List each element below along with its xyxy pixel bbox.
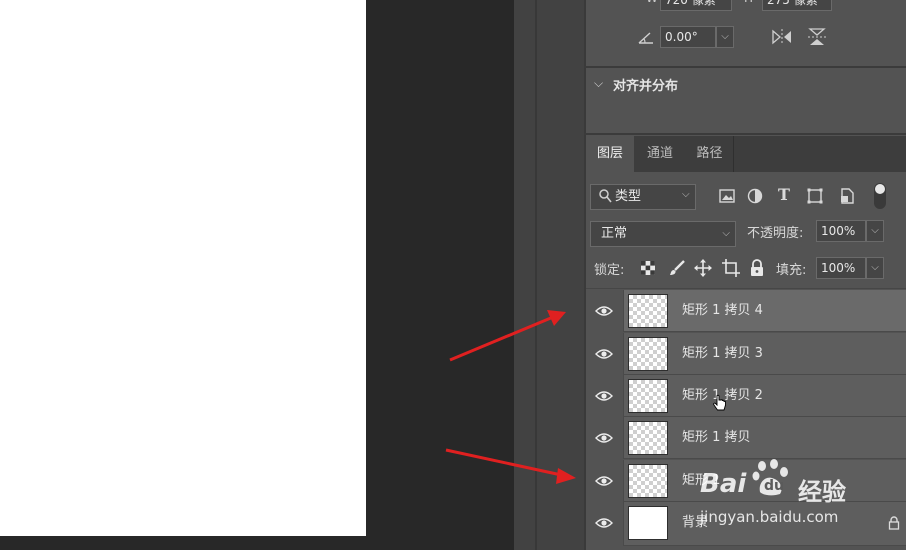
adjustment-filter-icon[interactable] [746,187,766,207]
layer-name[interactable]: 矩形 1 拷贝 3 [682,333,763,375]
layer-row[interactable]: 矩形 1 拷贝 3 [586,333,906,375]
height-label-icon: H [744,0,753,5]
layer-thumbnail [628,379,668,413]
lock-artboard-crop-icon[interactable] [721,258,741,278]
layer-thumbnail [628,506,668,540]
tab-layers[interactable]: 图层 [586,136,634,172]
align-section-title[interactable]: 对齐并分布 [613,75,678,94]
layers-tab-bar: 图层 通道 路径 [586,136,906,172]
angle-field[interactable]: 0.00° [660,26,716,48]
hand-cursor-icon [712,394,728,418]
eye-icon[interactable] [595,473,613,489]
lock-label: 锁定: [594,263,625,278]
watermark-du: du [764,478,784,494]
baidu-jingyan-watermark: Bai du 经验 jingyan.baidu.com [680,452,906,532]
angle-dropdown[interactable]: ⌵ [716,26,734,48]
angle-icon [636,28,656,48]
document-canvas[interactable] [0,0,366,536]
layer-thumbnail [628,464,668,498]
layer-thumbnail [628,294,668,328]
eye-icon[interactable] [595,346,613,362]
chevron-down-icon: ⌵ [682,189,690,200]
section-divider [584,66,906,68]
flip-horizontal-icon[interactable] [770,27,794,47]
toggle-knob [875,184,885,194]
filter-toggle-switch[interactable] [874,183,886,209]
watermark-url: jingyan.baidu.com [700,508,839,526]
lock-position-move-icon[interactable] [693,258,713,278]
eye-icon[interactable] [595,430,613,446]
search-icon [598,188,612,208]
fill-dropdown[interactable]: ⌵ [866,257,884,279]
opacity-dropdown[interactable]: ⌵ [866,220,884,242]
eye-icon[interactable] [595,515,613,531]
shape-filter-icon[interactable] [806,187,826,207]
annotation-arrows [445,310,576,484]
type-filter-icon[interactable]: T [778,185,790,204]
width-label-icon: W [646,0,658,5]
tab-paths[interactable]: 路径 [686,136,734,172]
section-divider [586,288,906,289]
layer-row[interactable]: 矩形 1 拷贝 4 [586,290,906,332]
blend-mode-select[interactable]: 正常 ⌵ [590,221,736,247]
watermark-brand: Bai [700,469,747,499]
image-filter-icon[interactable] [718,187,738,207]
width-field[interactable]: 720 像素 [660,0,732,11]
blend-mode-value: 正常 [601,226,628,241]
arrow-head [556,468,576,484]
layer-thumbnail [628,337,668,371]
chevron-down-icon[interactable]: ⌵ [594,76,603,91]
height-field[interactable]: 275 像素 [762,0,832,11]
lock-image-pixels-brush-icon[interactable] [668,259,688,279]
opacity-label: 不透明度: [747,226,804,241]
layer-row[interactable]: 矩形 1 拷贝 2 [586,375,906,417]
chevron-down-icon: ⌵ [722,228,730,239]
filter-kind-label: 类型 [615,189,642,204]
watermark-product: 经验 [798,478,846,506]
tab-channels[interactable]: 通道 [636,136,684,172]
lock-all-icon[interactable] [749,259,769,279]
opacity-field[interactable]: 100% [816,220,866,242]
lock-transparent-pixels-icon[interactable] [640,260,660,280]
smart-object-filter-icon[interactable] [838,187,858,207]
layer-thumbnail [628,421,668,455]
eye-icon[interactable] [595,388,613,404]
fill-label: 填充: [776,263,807,278]
layer-name[interactable]: 矩形 1 拷贝 4 [682,290,763,332]
section-divider [584,133,906,135]
fill-field[interactable]: 100% [816,257,866,279]
eye-icon[interactable] [595,303,613,319]
flip-vertical-icon[interactable] [806,26,828,48]
